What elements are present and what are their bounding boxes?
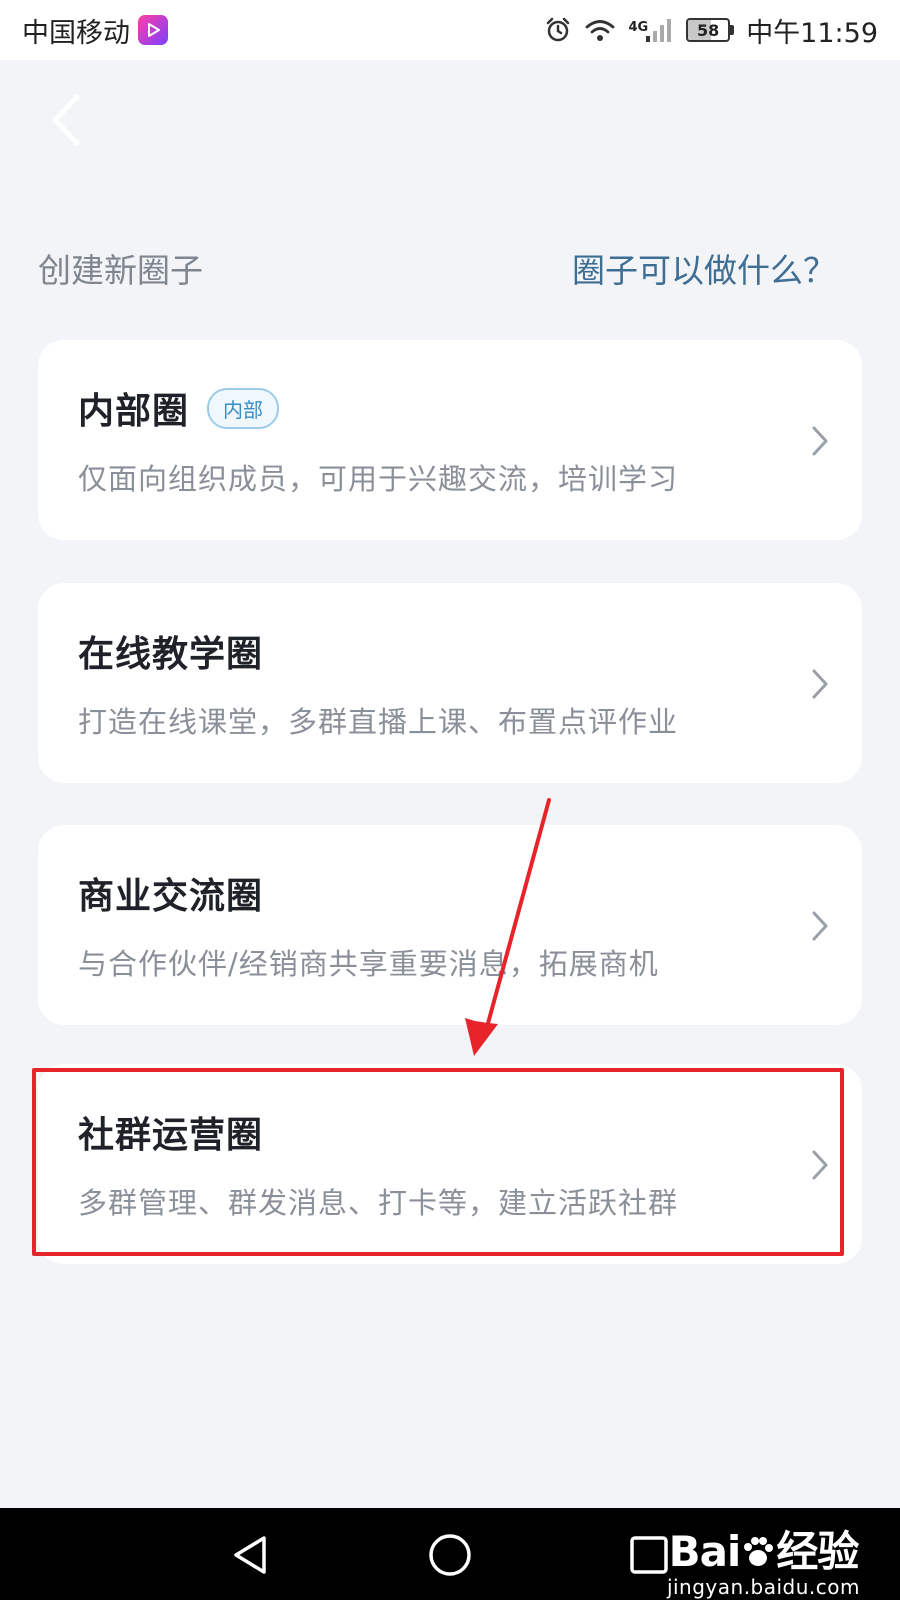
back-button[interactable]: [36, 88, 96, 152]
card-title-row: 商业交流圈: [78, 867, 263, 919]
signal-icon: [646, 19, 672, 42]
card-internal-circle[interactable]: 内部圈 内部 仅面向组织成员，可用于兴趣交流，培训学习: [38, 340, 862, 540]
chevron-right-icon: [812, 911, 828, 941]
nav-home-icon[interactable]: [425, 1530, 475, 1580]
baidu-jingyan-watermark: Bai 经验 jingyan.baidu.com: [667, 1518, 860, 1599]
status-bar: 中国移动 4G 58 中午11:59: [0, 0, 900, 60]
wifi-icon: [586, 20, 615, 41]
carrier-name: 中国移动: [22, 17, 130, 49]
battery-icon: 58: [686, 18, 731, 42]
card-business-circle[interactable]: 商业交流圈 与合作伙伴/经销商共享重要消息，拓展商机: [38, 825, 862, 1025]
battery-indicator: 58: [686, 18, 735, 42]
card-title: 内部圈: [78, 391, 190, 432]
card-description: 与合作伙伴/经销商共享重要消息，拓展商机: [78, 947, 659, 981]
card-online-teaching-circle[interactable]: 在线教学圈 打造在线课堂，多群直播上课、布置点评作业: [38, 583, 862, 783]
card-title: 商业交流圈: [78, 876, 264, 917]
card-description: 仅面向组织成员，可用于兴趣交流，培训学习: [78, 462, 679, 496]
card-description: 打造在线课堂，多群直播上课、布置点评作业: [78, 705, 679, 739]
card-title-row: 社群运营圈: [78, 1106, 263, 1158]
card-community-operation-circle[interactable]: 社群运营圈 多群管理、群发消息、打卡等，建立活跃社群: [38, 1064, 862, 1264]
alarm-icon: [547, 17, 570, 42]
nav-back-icon[interactable]: [226, 1530, 276, 1580]
chevron-right-icon: [812, 1150, 828, 1180]
battery-level: 58: [697, 20, 720, 40]
chevron-right-icon: [812, 426, 828, 456]
navigation-bar: Bai 经验 jingyan.baidu.com: [0, 1508, 900, 1600]
card-title: 在线教学圈: [78, 634, 264, 675]
status-left: 中国移动: [22, 11, 168, 50]
chevron-right-icon: [812, 669, 828, 699]
annotation-arrow: [465, 798, 551, 1056]
card-description: 多群管理、群发消息、打卡等，建立活跃社群: [78, 1186, 679, 1220]
paw-icon: [740, 1527, 776, 1576]
section-title: 创建新圈子: [38, 251, 203, 290]
internal-badge: 内部: [207, 387, 280, 429]
watermark-logo: Bai 经验: [668, 1527, 860, 1576]
watermark-url: jingyan.baidu.com: [666, 1575, 860, 1599]
card-title: 社群运营圈: [78, 1115, 264, 1156]
back-arrow-icon: [52, 94, 80, 146]
card-title-row: 在线教学圈: [78, 625, 263, 677]
card-title-row: 内部圈 内部: [78, 382, 280, 434]
help-link[interactable]: 圈子可以做什么？: [572, 244, 836, 292]
clock: 中午11:59: [746, 17, 878, 49]
status-right: 4G 58 中午11:59: [544, 11, 878, 50]
video-app-icon: [138, 15, 168, 45]
network-type: 4G: [628, 20, 649, 35]
